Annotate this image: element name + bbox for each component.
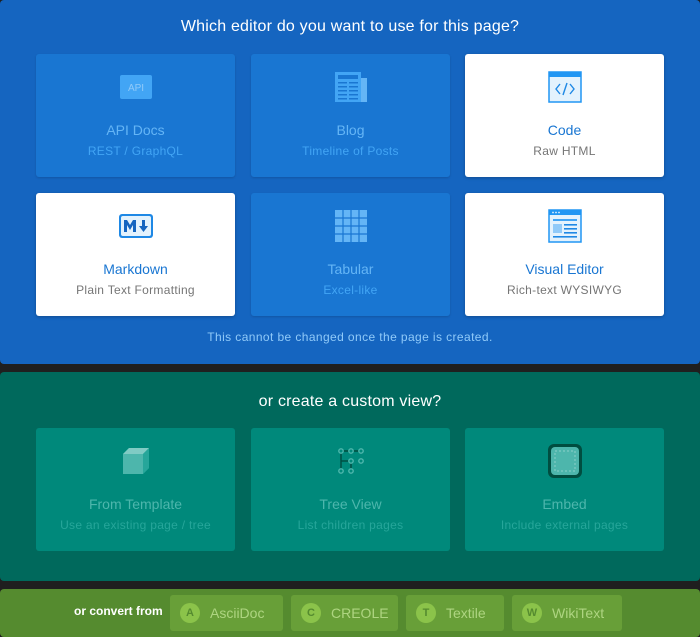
tabular-subtitle: Excel-like <box>323 283 378 297</box>
from-template-title: From Template <box>88 496 183 512</box>
api-docs-subtitle: REST / GraphQL <box>87 144 184 158</box>
editor-section-title: Which editor do you want to use for this… <box>180 18 520 35</box>
wikitext-label: WikiText <box>552 605 605 621</box>
markdown-icon <box>118 214 153 238</box>
tabular-card[interactable]: Tabular Excel-like <box>251 193 450 316</box>
markdown-card[interactable]: Markdown Plain Text Formatting <box>36 193 235 316</box>
visual-editor-icon <box>547 209 582 243</box>
markdown-subtitle: Plain Text Formatting <box>76 283 195 297</box>
blog-card[interactable]: Blog Timeline of Posts <box>251 54 450 177</box>
tree-view-card[interactable]: Tree View List children pages <box>251 428 450 551</box>
convert-label: or convert from <box>74 604 163 618</box>
convert-asciidoc-button[interactable]: A AsciiDoc <box>170 595 283 631</box>
code-subtitle: Raw HTML <box>533 144 596 158</box>
tabular-title: Tabular <box>327 261 374 277</box>
convert-creole-button[interactable]: C CREOLE <box>291 595 398 631</box>
textile-label: Textile <box>446 605 486 621</box>
custom-view-section: or create a custom view? From Template U… <box>0 372 700 581</box>
creole-letter-icon: C <box>301 603 321 623</box>
textile-letter-icon: T <box>416 603 436 623</box>
embed-title: Embed <box>542 496 587 512</box>
tree-structure-icon <box>337 448 364 474</box>
wikitext-letter-icon: W <box>522 603 542 623</box>
convert-section: or convert from A AsciiDoc C CREOLE T Te… <box>0 589 700 637</box>
api-icon: API <box>119 75 152 99</box>
custom-view-title: or create a custom view? <box>258 393 442 410</box>
code-window-icon <box>547 71 582 103</box>
convert-textile-button[interactable]: T Textile <box>406 595 504 631</box>
code-card[interactable]: Code Raw HTML <box>465 54 664 177</box>
tree-view-subtitle: List children pages <box>297 518 404 532</box>
svg-text:API: API <box>127 83 143 94</box>
creole-label: CREOLE <box>331 605 389 621</box>
editor-lock-note: This cannot be changed once the page is … <box>207 330 493 344</box>
blog-subtitle: Timeline of Posts <box>302 144 399 158</box>
embed-card[interactable]: Embed Include external pages <box>465 428 664 551</box>
api-docs-card[interactable]: API API Docs REST / GraphQL <box>36 54 235 177</box>
code-title: Code <box>547 122 582 138</box>
blog-title: Blog <box>336 122 365 138</box>
embed-icon <box>547 444 582 478</box>
visual-editor-card[interactable]: Visual Editor Rich-text WYSIWYG <box>465 193 664 316</box>
embed-subtitle: Include external pages <box>500 518 629 532</box>
from-template-subtitle: Use an existing page / tree <box>60 518 211 532</box>
asciidoc-letter-icon: A <box>180 603 200 623</box>
newspaper-icon <box>334 72 367 102</box>
grid-table-icon <box>334 210 367 242</box>
markdown-title: Markdown <box>103 261 168 277</box>
editor-section: Which editor do you want to use for this… <box>0 0 700 364</box>
from-template-card[interactable]: From Template Use an existing page / tre… <box>36 428 235 551</box>
api-docs-title: API Docs <box>106 122 165 138</box>
cube-icon <box>122 448 149 474</box>
tree-view-title: Tree View <box>319 496 382 512</box>
asciidoc-label: AsciiDoc <box>210 605 265 621</box>
visual-editor-subtitle: Rich-text WYSIWYG <box>506 283 623 297</box>
visual-editor-title: Visual Editor <box>525 261 604 277</box>
convert-wikitext-button[interactable]: W WikiText <box>512 595 622 631</box>
